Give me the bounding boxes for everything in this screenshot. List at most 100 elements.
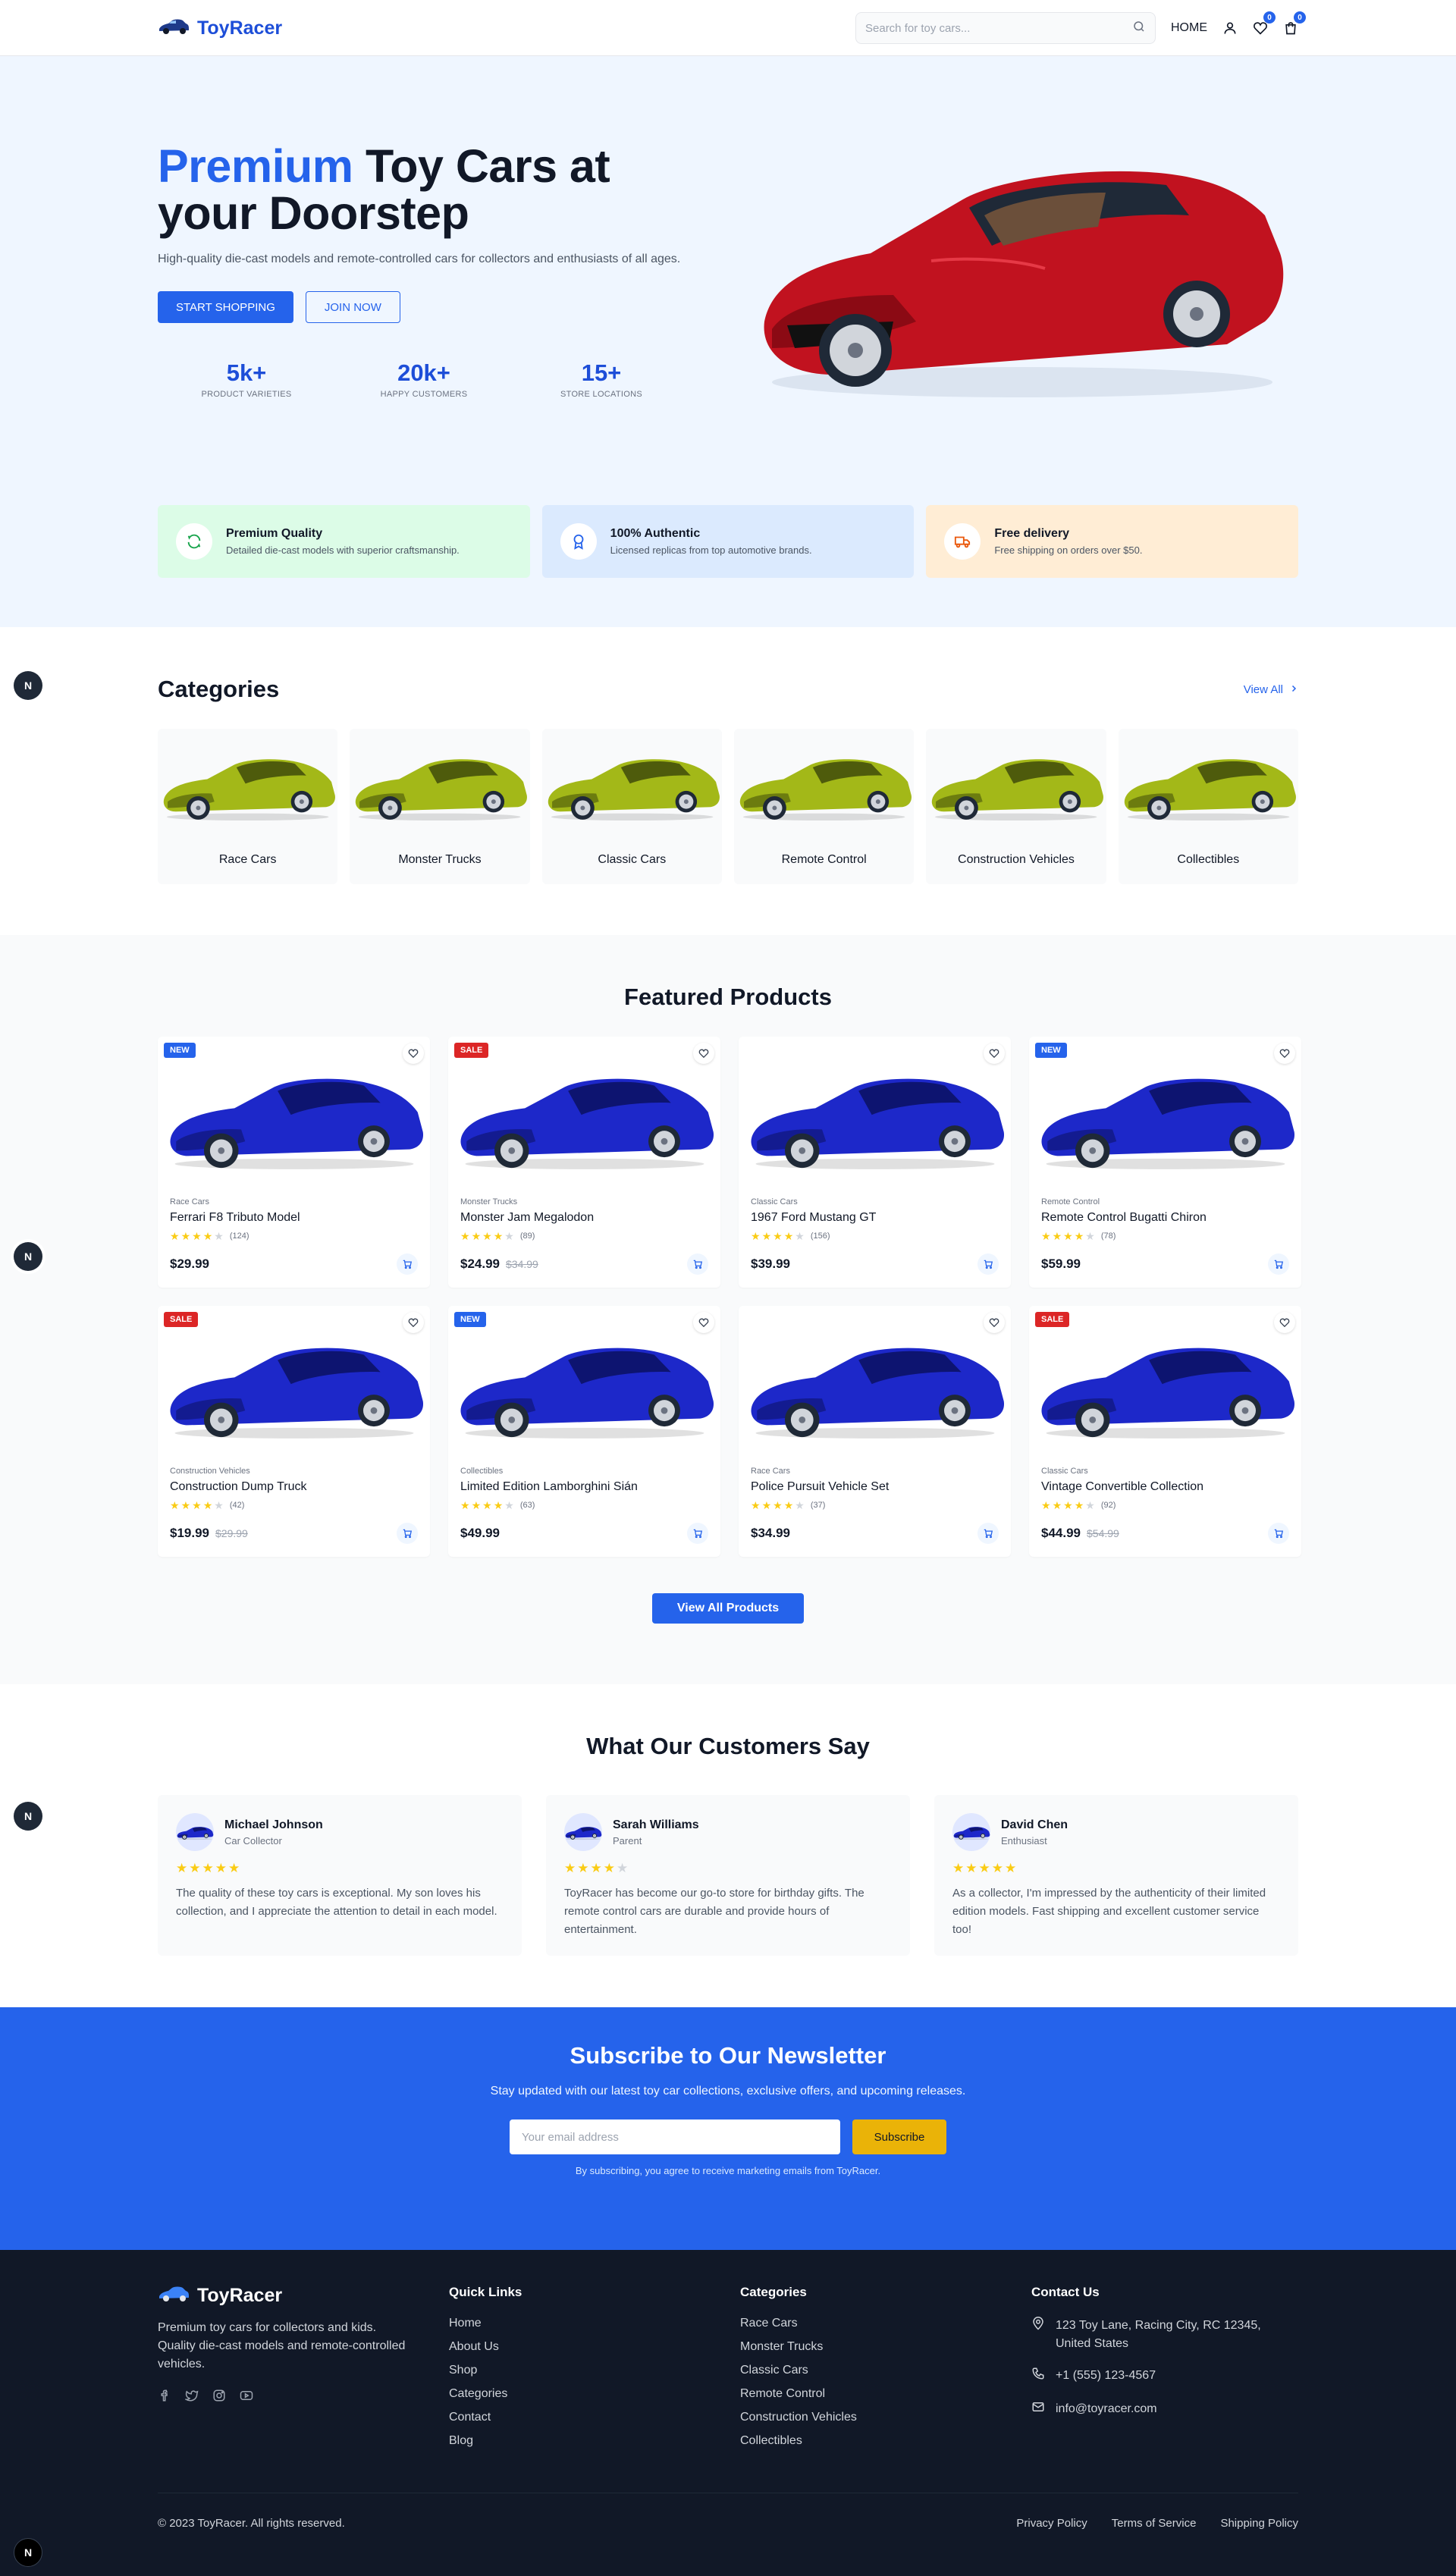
add-to-cart-icon[interactable] [1268,1523,1289,1544]
wishlist-icon[interactable]: 0 [1253,11,1276,36]
contact-phone[interactable]: +1 (555) 123-4567 [1031,2367,1298,2386]
footer-link[interactable]: Collectibles [740,2434,1031,2448]
heart-icon[interactable] [984,1312,1005,1333]
newsletter-title: Subscribe to Our Newsletter [570,2042,886,2069]
star-icon: ★ [952,1861,965,1875]
product-image [448,1041,720,1190]
newsletter-email-input[interactable] [510,2119,840,2154]
product-name[interactable]: Vintage Convertible Collection [1041,1480,1289,1494]
heart-icon[interactable] [403,1312,424,1333]
product-name[interactable]: Construction Dump Truck [170,1480,418,1494]
category-card[interactable]: Remote Control [733,729,915,884]
floating-n-badge[interactable]: N [14,1242,42,1271]
search-icon[interactable] [1132,20,1146,37]
category-card[interactable]: Construction Vehicles [926,729,1106,884]
add-to-cart-icon[interactable] [397,1253,418,1275]
view-all-categories-link[interactable]: View All [1244,683,1298,696]
view-all-products-button[interactable]: View All Products [652,1593,804,1624]
brand-logo[interactable]: ToyRacer [158,17,282,39]
category-image [734,729,914,839]
add-to-cart-icon[interactable] [687,1523,708,1544]
add-to-cart-icon[interactable] [1268,1253,1289,1275]
add-to-cart-icon[interactable] [397,1523,418,1544]
product-category: Construction Vehicles [170,1467,250,1476]
category-card[interactable]: Classic Cars [541,729,722,884]
product-card[interactable]: Classic Cars 1967 Ford Mustang GT ★ ★ ★ ★ ★ (15… [739,1037,1011,1288]
chevron-right-icon [1289,683,1298,696]
heart-icon[interactable] [693,1312,714,1333]
category-card[interactable]: Collectibles [1118,729,1298,884]
category-card[interactable]: Race Cars [158,729,338,884]
product-card[interactable]: NEW Collectibles Limited Edition Lamborghi… [448,1306,720,1557]
youtube-icon[interactable] [240,2389,253,2406]
category-card[interactable]: Monster Trucks [350,729,530,884]
product-card[interactable]: NEW Remote Control Remote Control Bugatti … [1029,1037,1301,1288]
star-icon: ★ [751,1499,761,1511]
floating-n-badge[interactable]: N [14,1802,42,1831]
footer-link[interactable]: Contact [449,2411,740,2424]
product-name[interactable]: Police Pursuit Vehicle Set [751,1480,999,1494]
heart-icon[interactable] [1274,1312,1295,1333]
facebook-icon[interactable] [158,2389,171,2406]
add-to-cart-icon[interactable] [977,1253,999,1275]
twitter-icon[interactable] [184,2389,199,2406]
add-to-cart-icon[interactable] [687,1253,708,1275]
star-icon: ★ [1085,1230,1095,1242]
heart-icon[interactable] [403,1043,424,1064]
product-image [158,1041,430,1190]
footer-link[interactable]: Construction Vehicles [740,2411,1031,2424]
product-price: $19.99 [170,1526,209,1540]
floating-n-badge[interactable]: N [14,671,42,700]
features-row: Premium Quality Detailed die-cast models … [158,505,1299,578]
star-icon: ★ [189,1861,201,1875]
product-price: $39.99 [751,1257,790,1271]
footer-link[interactable]: Remote Control [740,2387,1031,2401]
product-old-price: $34.99 [506,1258,538,1270]
product-name[interactable]: Monster Jam Megalodon [460,1211,708,1225]
product-name[interactable]: Ferrari F8 Tributo Model [170,1211,418,1225]
cart-icon[interactable]: 0 [1283,11,1306,36]
product-price: $44.99 [1041,1526,1081,1540]
add-to-cart-icon[interactable] [977,1523,999,1544]
footer-link[interactable]: Monster Trucks [740,2340,1031,2354]
product-card[interactable]: SALE Construction Vehicles Construction Du… [158,1306,430,1557]
user-icon[interactable] [1222,20,1238,36]
footer-brand[interactable]: ToyRacer [158,2285,449,2307]
search-input[interactable] [865,21,1132,35]
start-shopping-button[interactable]: START SHOPPING [158,291,293,323]
footer-link[interactable]: Shop [449,2364,740,2377]
star-icon: ★ [603,1861,615,1875]
contact-email[interactable]: info@toyracer.com [1031,2400,1298,2420]
star-icon: ★ [460,1499,470,1511]
product-card[interactable]: NEW Race Cars Ferrari F8 Tributo Model ★ ★ ★ ★… [158,1037,430,1288]
stat-value: 5k+ [226,359,267,386]
product-card[interactable]: Race Cars Police Pursuit Vehicle Set ★ ★ ★ ★ ★… [739,1306,1011,1557]
product-card[interactable]: SALE Classic Cars Vintage Convertible Coll… [1029,1306,1301,1557]
floating-n-badge[interactable]: N [14,2538,42,2567]
footer-link[interactable]: Home [449,2317,740,2330]
heart-icon[interactable] [1274,1043,1295,1064]
product-card[interactable]: SALE Monster Trucks Monster Jam Megalodon ★… [448,1037,720,1288]
product-name[interactable]: 1967 Ford Mustang GT [751,1211,999,1225]
legal-link[interactable]: Terms of Service [1112,2517,1197,2530]
footer-link[interactable]: Categories [449,2387,740,2401]
instagram-icon[interactable] [212,2389,226,2406]
feature-card: 100% Authentic Licensed replicas from top… [541,505,915,578]
star-icon: ★ [504,1230,514,1242]
footer-link[interactable]: Classic Cars [740,2364,1031,2377]
heart-icon[interactable] [693,1043,714,1064]
star-icon: ★ [590,1861,602,1875]
footer-link[interactable]: Blog [449,2434,740,2448]
join-now-button[interactable]: JOIN NOW [305,291,400,323]
testimonials-section: N What Our Customers Say Michael Johnson… [0,1684,1456,2007]
subscribe-button[interactable]: Subscribe [852,2119,946,2154]
product-name[interactable]: Limited Edition Lamborghini Sián [460,1480,708,1494]
product-image [158,1310,430,1459]
product-name[interactable]: Remote Control Bugatti Chiron [1041,1211,1289,1225]
legal-link[interactable]: Shipping Policy [1220,2517,1298,2530]
legal-link[interactable]: Privacy Policy [1016,2517,1087,2530]
footer-link[interactable]: Race Cars [740,2317,1031,2330]
footer-link[interactable]: About Us [449,2340,740,2354]
heart-icon[interactable] [984,1043,1005,1064]
nav-home-link[interactable]: HOME [1171,21,1207,35]
